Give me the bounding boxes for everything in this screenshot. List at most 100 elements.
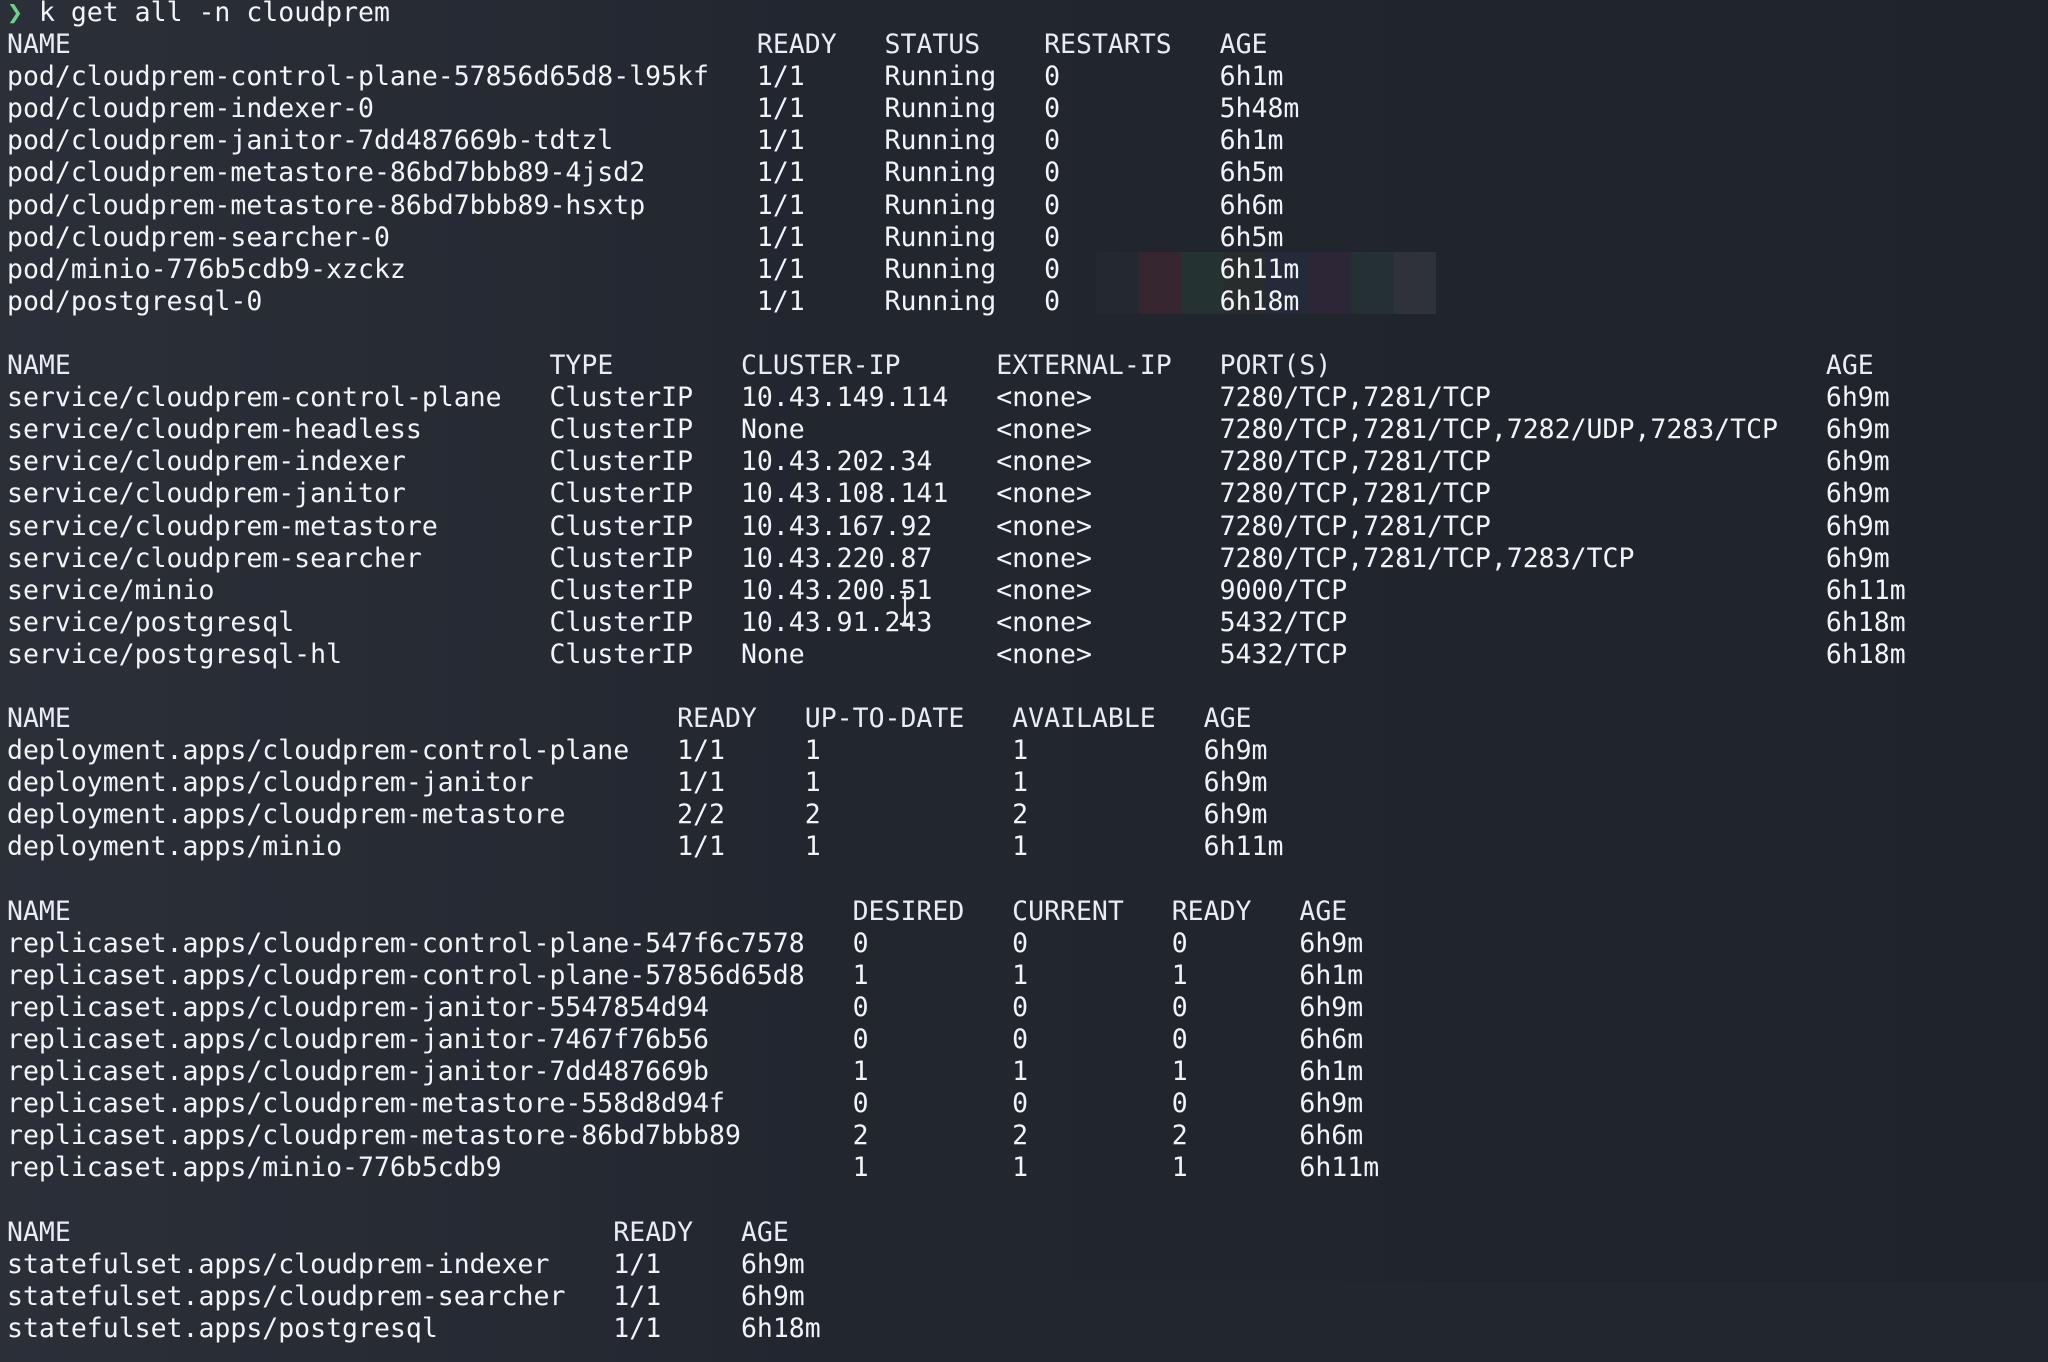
pods-name-cell: pod/cloudprem-metastore-86bd7bbb89-hsxtp [7,189,646,221]
services-name-cell: service/cloudprem-control-plane [7,382,502,414]
table-row: replicaset.apps/cloudprem-metastore-558d… [7,1088,1906,1120]
pods-restarts-cell: 0 [1044,285,1061,317]
table-row: service/postgresql ClusterIP 10.43.91.24… [7,607,1906,639]
deployments-age-header: AGE [1203,703,1252,735]
replicasets-current-cell: 0 [1012,991,1029,1023]
deployments-name-header: NAME [7,703,71,735]
pods-status-cell: Running [884,221,997,253]
deployments-up-to-date-cell: 1 [804,767,821,799]
services-ports-cell: 5432/TCP [1219,606,1348,638]
table-row: deployment.apps/cloudprem-janitor 1/1 1 … [7,767,1906,799]
services-cluster-ip-cell: 10.43.108.141 [740,478,949,510]
pods-age-cell: 6h5m [1219,221,1284,253]
deployments-age-cell: 6h9m [1203,735,1268,767]
deployments-header-row: NAME READY UP-TO-DATE AVAILABLE AGE [7,703,1906,735]
deployments-up-to-date-cell: 2 [804,799,821,831]
services-age-cell: 6h11m [1825,574,1906,606]
services-type-cell: ClusterIP [549,574,694,606]
replicasets-age-cell: 6h11m [1299,1152,1380,1184]
table-row: statefulset.apps/postgresql 1/1 6h18m [7,1313,1906,1345]
table-row: service/cloudprem-headless ClusterIP Non… [7,414,1906,446]
services-external-ip-cell: <none> [996,606,1092,638]
replicasets-name-cell: replicaset.apps/cloudprem-metastore-558d… [7,1088,725,1120]
replicasets-desired-cell: 1 [852,1056,869,1088]
statefulsets-name-cell: statefulset.apps/cloudprem-searcher [7,1280,566,1312]
deployments-available-cell: 1 [1012,831,1029,863]
table-row: pod/cloudprem-janitor-7dd487669b-tdtzl 1… [7,125,1906,157]
services-external-ip-header: EXTERNAL-IP [996,350,1172,382]
pods-age-cell: 6h11m [1219,253,1300,285]
services-ports-header: PORT(S) [1219,350,1332,382]
deployments-name-cell: deployment.apps/minio [7,831,343,863]
pods-ready-cell: 1/1 [756,189,805,221]
pods-restarts-header: RESTARTS [1044,29,1172,61]
statefulsets-ready-header: READY [613,1216,694,1248]
services-ports-cell: 7280/TCP,7281/TCP [1219,510,1491,542]
pods-age-cell: 6h1m [1219,61,1284,93]
replicasets-ready-header: READY [1171,895,1252,927]
services-type-cell: ClusterIP [549,638,694,670]
replicasets-ready-cell: 1 [1171,959,1188,991]
services-cluster-ip-cell: None [740,638,805,670]
replicasets-name-cell: replicaset.apps/cloudprem-janitor-554785… [7,991,709,1023]
services-age-header: AGE [1825,350,1874,382]
pods-ready-cell: 1/1 [756,221,805,253]
pods-ready-cell: 1/1 [756,285,805,317]
table-row: deployment.apps/cloudprem-metastore 2/2 … [7,799,1906,831]
services-name-cell: service/postgresql-hl [7,638,343,670]
replicasets-current-cell: 0 [1012,1024,1029,1055]
pods-restarts-cell: 0 [1044,93,1061,125]
deployments-available-cell: 2 [1012,799,1029,831]
prompt-line: ❯ k get all -n cloudprem [7,0,1906,29]
services-name-cell: service/minio [7,574,215,606]
replicasets-name-cell: replicaset.apps/cloudprem-janitor-7467f7… [7,1024,709,1055]
services-name-cell: service/cloudprem-indexer [7,446,406,478]
table-row: service/postgresql-hl ClusterIP None <no… [7,639,1906,671]
deployments-age-cell: 6h9m [1203,767,1268,799]
terminal-output[interactable]: ❯ k get all -n cloudprem NAME READY STATU… [7,0,1906,1345]
replicasets-age-cell: 6h9m [1299,1088,1364,1120]
replicasets-name-cell: replicaset.apps/cloudprem-janitor-7dd487… [7,1056,709,1088]
replicasets-ready-cell: 1 [1171,1152,1188,1184]
table-row: pod/postgresql-0 1/1 Running 0 6h18m [7,286,1906,318]
replicasets-name-cell: replicaset.apps/cloudprem-control-plane-… [7,959,805,991]
terminal-window[interactable]: ❯ k get all -n cloudprem NAME READY STATU… [0,0,2048,1362]
services-age-cell: 6h9m [1825,382,1890,414]
pods-name-cell: pod/postgresql-0 [7,285,263,317]
table-row: replicaset.apps/cloudprem-janitor-554785… [7,992,1906,1024]
pods-name-cell: pod/cloudprem-janitor-7dd487669b-tdtzl [7,125,614,157]
replicasets-current-cell: 2 [1012,1120,1029,1152]
pods-restarts-cell: 0 [1044,61,1061,93]
services-name-cell: service/postgresql [7,606,295,638]
services-cluster-ip-cell: 10.43.220.87 [740,542,933,574]
services-type-cell: ClusterIP [549,478,694,510]
replicasets-ready-cell: 0 [1171,1024,1188,1055]
replicasets-name-cell: replicaset.apps/cloudprem-metastore-86bd… [7,1120,741,1152]
replicasets-desired-cell: 0 [852,1024,869,1055]
services-age-cell: 6h9m [1825,510,1890,542]
replicasets-section: NAME DESIRED CURRENT READY AGE replicaset… [7,896,1906,1185]
pods-restarts-cell: 0 [1044,221,1061,253]
pods-restarts-cell: 0 [1044,125,1061,157]
services-ports-cell: 5432/TCP [1219,638,1348,670]
table-row: service/cloudprem-metastore ClusterIP 10… [7,511,1906,543]
services-external-ip-cell: <none> [996,542,1092,574]
statefulsets-name-cell: statefulset.apps/cloudprem-indexer [7,1248,550,1280]
replicasets-desired-cell: 0 [852,991,869,1023]
services-name-cell: service/cloudprem-headless [7,414,422,446]
replicasets-current-cell: 1 [1012,1056,1029,1088]
deployments-available-header: AVAILABLE [1012,703,1156,735]
replicasets-current-cell: 0 [1012,927,1029,959]
replicasets-current-cell: 0 [1012,1088,1029,1120]
pods-status-cell: Running [884,61,997,93]
replicasets-header-row: NAME DESIRED CURRENT READY AGE [7,896,1906,928]
deployments-name-cell: deployment.apps/cloudprem-control-plane [7,735,630,767]
services-type-cell: ClusterIP [549,542,694,574]
pods-ready-cell: 1/1 [756,157,805,189]
statefulsets-age-header: AGE [740,1216,789,1248]
services-cluster-ip-cell: 10.43.202.34 [740,446,933,478]
replicasets-name-cell: replicaset.apps/minio-776b5cdb9 [7,1152,502,1184]
deployments-up-to-date-cell: 1 [804,735,821,767]
services-age-cell: 6h9m [1825,478,1890,510]
text-cursor-icon [900,590,910,626]
